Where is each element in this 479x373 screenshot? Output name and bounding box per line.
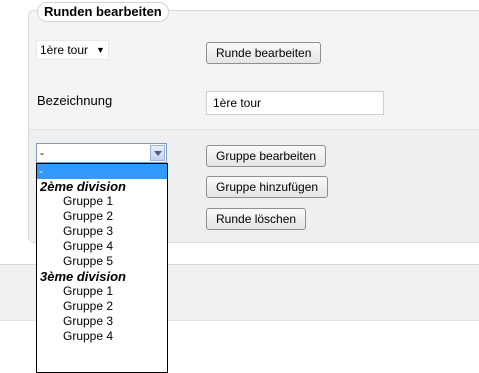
fieldset-legend: Runden bearbeiten [37,2,169,22]
dropdown-option[interactable]: Gruppe 3 [37,314,167,329]
section-divider [29,129,479,130]
dropdown-option[interactable]: Gruppe 2 [37,209,167,224]
name-label: Bezeichnung [37,93,113,108]
add-group-button[interactable]: Gruppe hinzufügen [206,176,329,198]
edit-round-button[interactable]: Runde bearbeiten [206,42,322,64]
dropdown-optgroup: 3ème division [40,269,126,284]
dropdown-option[interactable]: Gruppe 1 [37,284,167,299]
dropdown-option[interactable]: Gruppe 5 [37,254,167,269]
chevron-down-icon: ▼ [96,44,105,55]
round-select[interactable]: 1ère tour ▼ [36,40,109,60]
dropdown-arrow-icon[interactable] [150,145,165,161]
dropdown-option[interactable]: Gruppe 4 [37,329,167,344]
dropdown-option[interactable]: Gruppe 1 [37,194,167,209]
dropdown-option[interactable]: - [37,164,167,179]
group-select[interactable]: - [36,143,167,163]
delete-round-button[interactable]: Runde löschen [206,208,307,230]
name-input[interactable] [206,91,384,115]
group-dropdown-list: -2ème division Gruppe 1 Gruppe 2 Gruppe 3 Gr… [36,163,168,373]
dropdown-option[interactable]: Gruppe 2 [37,299,167,314]
round-select-value: 1ère tour [40,43,89,57]
dropdown-option[interactable]: Gruppe 4 [37,239,167,254]
edit-group-button[interactable]: Gruppe bearbeiten [206,145,327,167]
group-select-value: - [40,146,44,160]
dropdown-optgroup: 2ème division [40,179,126,194]
dropdown-option[interactable]: Gruppe 3 [37,224,167,239]
